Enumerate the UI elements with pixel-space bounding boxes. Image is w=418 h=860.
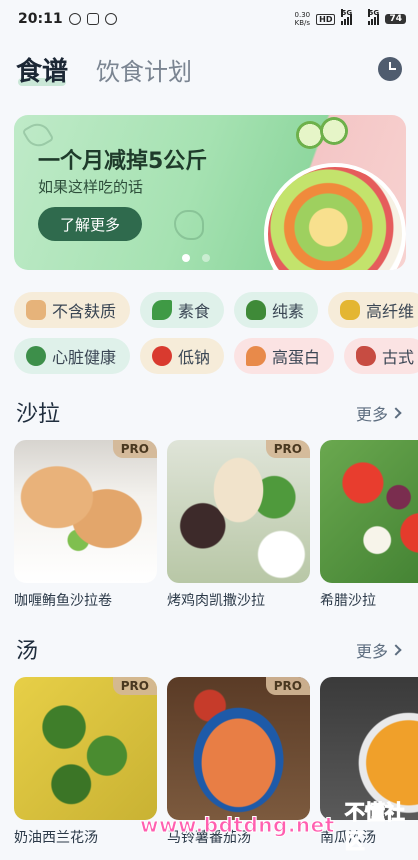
recipe-title: 烤鸡肉凯撒沙拉	[167, 593, 265, 609]
status-notification-icons	[68, 13, 117, 25]
chip-vegan[interactable]: 纯素	[234, 292, 319, 328]
tab-recipes[interactable]: 食谱	[16, 51, 68, 88]
signal-1-label: 5G	[341, 8, 353, 17]
chip-label: 高纤维	[366, 302, 415, 321]
status-bar: 20:11 0.30 KB/s HD 5G 5G 74	[0, 0, 418, 38]
broccoli-icon	[246, 300, 267, 320]
status-time: 20:11	[18, 11, 63, 27]
salad-bowl-icon	[26, 346, 46, 366]
chip-label: 纯素	[272, 302, 305, 321]
hd-tag: HD	[316, 13, 336, 25]
filter-chip-row-1: 不含麸质 素食 纯素 高纤维	[14, 292, 418, 328]
section-title-salad: 沙拉	[16, 402, 61, 427]
pro-badge: PRO	[112, 440, 157, 458]
learn-more-button[interactable]: 了解更多	[38, 207, 142, 241]
chevron-right-icon	[390, 644, 402, 656]
cucumber-slice-image	[320, 117, 348, 145]
recipe-card[interactable]: PRO 咖喱鲔鱼沙拉卷	[14, 440, 157, 610]
bread-icon	[26, 300, 46, 320]
pro-badge: PRO	[265, 440, 310, 458]
banner-title: 一个月减掉5公斤	[38, 149, 208, 174]
chip-label: 不含麸质	[52, 302, 117, 321]
chip-label: 高蛋白	[272, 348, 321, 367]
banner-subtitle: 如果这样吃的话	[38, 178, 144, 196]
watermark-logo: 不懂社区	[344, 800, 405, 854]
recipes-page: 20:11 0.30 KB/s HD 5G 5G 74 食谱 饮食计划 一个月减…	[0, 0, 418, 860]
chip-label: 素食	[178, 302, 211, 321]
watermark-url: www.bdtdng.net	[140, 813, 335, 838]
recipe-image: PRO	[14, 440, 157, 583]
leaf-icon	[152, 300, 173, 320]
salad-card-row: PRO 咖喱鲔鱼沙拉卷 PRO 烤鸡肉凯撒沙拉 希腊沙拉	[14, 440, 418, 610]
recipe-card[interactable]: PRO 奶油西兰花汤	[14, 677, 157, 847]
recipe-image	[320, 440, 418, 583]
filter-chip-row-2: 心脏健康 低钠 高蛋白 古式	[14, 338, 418, 374]
signal-2-label: 5G	[368, 8, 380, 17]
screenshot-notification-icon	[86, 13, 99, 25]
meat-icon	[356, 346, 377, 366]
recipe-card[interactable]: PRO 烤鸡肉凯撒沙拉	[167, 440, 310, 610]
clock-icon[interactable]	[378, 57, 402, 81]
recipe-card[interactable]: 希腊沙拉	[320, 440, 418, 610]
chip-paleo[interactable]: 古式	[344, 338, 418, 374]
nfc-icon	[104, 13, 117, 25]
banner-dot[interactable]	[202, 254, 210, 262]
status-indicators: 0.30 KB/s HD 5G 5G 74	[295, 8, 406, 27]
chip-label: 低钠	[178, 348, 211, 367]
signal-strength-icon: 5G	[341, 8, 353, 25]
recipe-title: 希腊沙拉	[320, 593, 376, 609]
tab-meal-plan[interactable]: 饮食计划	[96, 52, 192, 87]
app-notification-icon	[68, 13, 81, 25]
chip-gluten-free[interactable]: 不含麸质	[14, 292, 131, 328]
chip-label: 古式	[382, 348, 415, 367]
shrimp-icon	[246, 346, 267, 366]
banner-pagination	[182, 254, 210, 262]
soup-more-link[interactable]: 更多	[355, 638, 402, 662]
recipe-title: 奶油西兰花汤	[14, 830, 98, 846]
lettuce-icon	[174, 210, 204, 240]
pro-badge: PRO	[265, 677, 310, 695]
section-title-soup: 汤	[16, 639, 39, 664]
apple-icon	[152, 346, 173, 366]
promo-banner[interactable]: 一个月减掉5公斤 如果这样吃的话 了解更多	[14, 115, 406, 270]
chip-low-sodium[interactable]: 低钠	[140, 338, 225, 374]
salad-bowl-image	[264, 163, 406, 270]
chip-label: 心脏健康	[52, 348, 117, 367]
more-label: 更多	[355, 642, 388, 661]
salad-more-link[interactable]: 更多	[355, 401, 402, 425]
chip-high-protein[interactable]: 高蛋白	[234, 338, 335, 374]
chip-heart-healthy[interactable]: 心脏健康	[14, 338, 131, 374]
battery-icon: 74	[385, 14, 406, 24]
chip-vegetarian[interactable]: 素食	[140, 292, 225, 328]
recipe-title: 咖喱鲔鱼沙拉卷	[14, 593, 112, 609]
signal-strength-icon-2: 5G	[368, 8, 380, 25]
banner-dot[interactable]	[182, 254, 190, 262]
chip-high-fiber[interactable]: 高纤维	[328, 292, 418, 328]
watermark: www.bdtdng.net 不懂社区	[140, 796, 418, 854]
header: 食谱 饮食计划	[0, 44, 418, 94]
recipe-image: PRO	[167, 440, 310, 583]
chevron-right-icon	[390, 407, 402, 419]
net-speed-unit: KB/s	[294, 19, 311, 27]
net-speed: 0.30 KB/s	[295, 11, 311, 27]
pro-badge: PRO	[112, 677, 157, 695]
corn-icon	[340, 300, 361, 320]
net-speed-value: 0.30	[294, 11, 311, 19]
recipe-image: PRO	[14, 677, 157, 820]
more-label: 更多	[355, 405, 388, 424]
